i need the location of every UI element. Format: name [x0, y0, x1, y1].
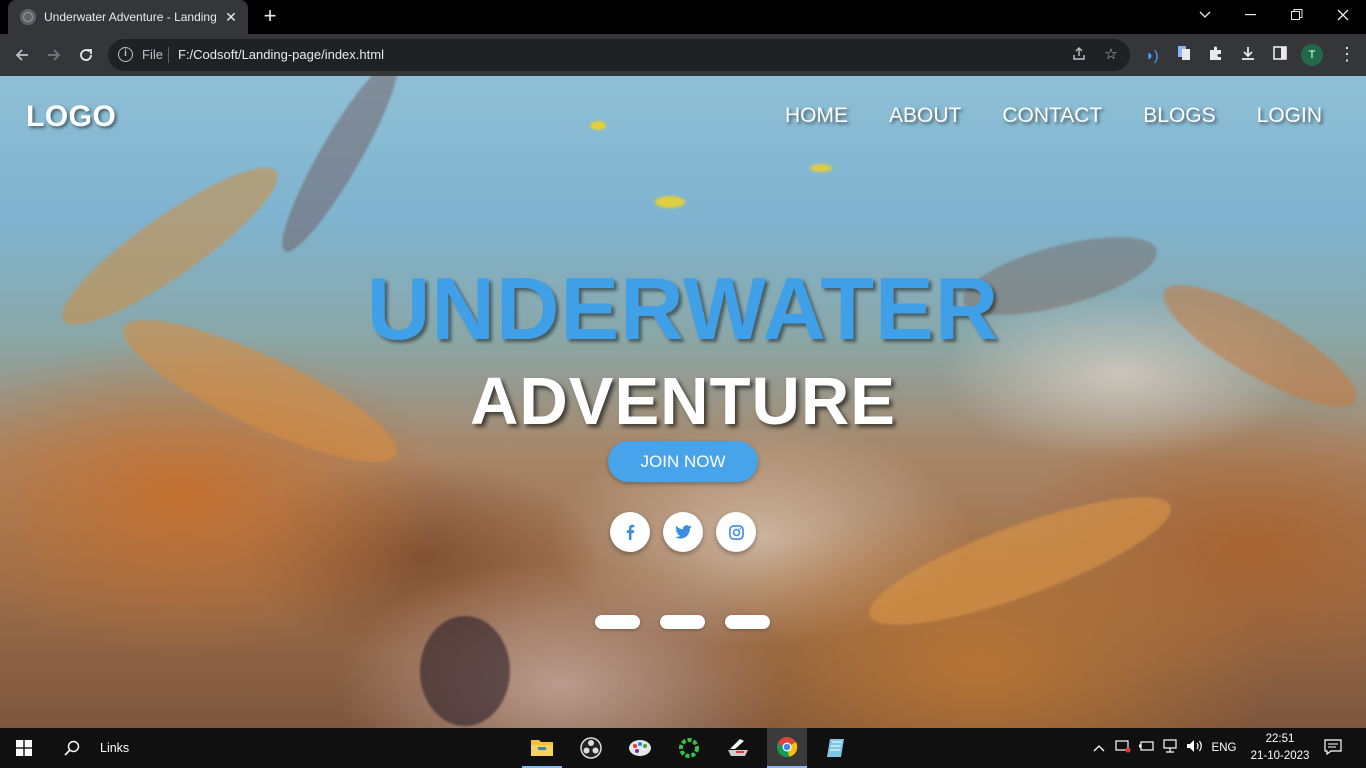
- nav-about-link[interactable]: ABOUT: [889, 104, 961, 128]
- sync-app[interactable]: [669, 728, 709, 768]
- scanner-app[interactable]: [718, 728, 758, 768]
- obs-icon: [580, 737, 602, 759]
- notification-center-icon[interactable]: [1324, 739, 1342, 757]
- chrome-app[interactable]: [767, 728, 807, 768]
- battery-icon[interactable]: [1138, 739, 1156, 757]
- fish-decoration: [590, 121, 606, 130]
- taskbar: Links ENG 22:51 21-10-2023: [0, 728, 1366, 768]
- fish-decoration: [655, 196, 685, 208]
- language-indicator[interactable]: ENG: [1210, 739, 1238, 757]
- network-icon[interactable]: [1162, 739, 1180, 757]
- join-now-button[interactable]: JOIN NOW: [608, 441, 758, 482]
- folder-icon: [531, 740, 553, 756]
- clock-time: 22:51: [1265, 733, 1295, 745]
- nav-login-link[interactable]: LOGIN: [1257, 104, 1322, 128]
- window-close-button[interactable]: [1320, 0, 1366, 30]
- sidepanel-icon[interactable]: [1270, 45, 1290, 65]
- twitter-icon[interactable]: [663, 512, 703, 552]
- new-tab-button[interactable]: +: [258, 5, 282, 29]
- start-button[interactable]: [0, 728, 48, 768]
- tab-title: Underwater Adventure - Landing: [44, 10, 217, 24]
- meet-now-icon[interactable]: [1114, 739, 1132, 757]
- search-label: Links: [100, 741, 130, 755]
- hero-title-line1: UNDERWATER: [366, 259, 1000, 358]
- nav-contact-link[interactable]: CONTACT: [1002, 104, 1102, 128]
- restore-button[interactable]: [1274, 0, 1320, 30]
- forward-icon: [48, 49, 61, 61]
- forward-button[interactable]: [42, 43, 66, 67]
- landing-page: LOGO HOME ABOUT CONTACT BLOGS LOGIN UNDE…: [0, 76, 1366, 728]
- omnibox-divider: [168, 47, 169, 63]
- clock[interactable]: 22:51 21-10-2023: [1247, 731, 1313, 765]
- slider-dot-2[interactable]: [660, 615, 705, 629]
- back-button[interactable]: [10, 43, 34, 67]
- taskbar-search[interactable]: Links: [52, 728, 142, 768]
- read-aloud-extension-icon[interactable]: ◗): [1142, 45, 1162, 65]
- page-favicon-icon: [20, 9, 36, 25]
- slider-dot-1[interactable]: [595, 615, 640, 629]
- fish-decoration: [810, 164, 832, 172]
- file-explorer-app[interactable]: [522, 728, 562, 768]
- notes-icon: [827, 739, 844, 757]
- facebook-icon[interactable]: [610, 512, 650, 552]
- download-icon[interactable]: [1238, 45, 1258, 65]
- chevron-down-icon: [1199, 11, 1211, 18]
- notes-app[interactable]: [816, 728, 856, 768]
- url-text[interactable]: F:/Codsoft/Landing-page/index.html: [178, 47, 384, 62]
- chrome-icon: [777, 737, 798, 757]
- diver-silhouette: [420, 616, 510, 726]
- hero-title-line2: ADVENTURE: [470, 364, 896, 439]
- coral-decoration: [857, 473, 1183, 649]
- reload-icon: [80, 49, 92, 61]
- paint-app[interactable]: [620, 728, 660, 768]
- slider-dot-3[interactable]: [725, 615, 770, 629]
- translate-extension-icon[interactable]: [1174, 45, 1194, 65]
- profile-avatar[interactable]: T: [1301, 44, 1323, 66]
- green-ring-icon: [679, 738, 699, 758]
- palette-icon: [629, 740, 651, 756]
- browser-tab[interactable]: Underwater Adventure - Landing ✕: [8, 0, 248, 34]
- extensions-puzzle-icon[interactable]: [1206, 45, 1226, 65]
- windows-icon: [16, 740, 32, 756]
- volume-icon[interactable]: [1186, 739, 1204, 757]
- obs-app[interactable]: [571, 728, 611, 768]
- share-icon[interactable]: [1070, 46, 1088, 64]
- star-icon[interactable]: ☆: [1102, 46, 1120, 64]
- nav-blogs-link[interactable]: BLOGS: [1143, 104, 1215, 128]
- coral-decoration: [267, 76, 413, 262]
- main-nav: HOME ABOUT CONTACT BLOGS LOGIN: [744, 104, 1322, 128]
- minimize-icon: [1245, 14, 1256, 16]
- info-icon[interactable]: i: [118, 47, 133, 62]
- close-icon: [1337, 9, 1349, 21]
- back-icon: [15, 49, 28, 61]
- tray-overflow-icon[interactable]: [1090, 739, 1108, 757]
- minimize-button[interactable]: [1228, 0, 1274, 30]
- clock-date: 21-10-2023: [1250, 750, 1310, 762]
- browser-tab-strip: Underwater Adventure - Landing ✕ +: [0, 0, 1366, 34]
- restore-icon: [1291, 9, 1303, 20]
- search-icon: [64, 740, 80, 756]
- scanner-icon: [728, 739, 748, 756]
- menu-icon[interactable]: ⋮: [1338, 43, 1356, 67]
- nav-home-link[interactable]: HOME: [785, 104, 848, 128]
- browser-toolbar: i File F:/Codsoft/Landing-page/index.htm…: [0, 34, 1366, 76]
- scheme-label: File: [142, 47, 163, 62]
- tab-close-button[interactable]: ✕: [222, 9, 240, 26]
- reload-button[interactable]: [74, 43, 98, 67]
- instagram-icon[interactable]: [716, 512, 756, 552]
- tab-search-button[interactable]: [1182, 0, 1228, 30]
- address-bar[interactable]: i File F:/Codsoft/Landing-page/index.htm…: [108, 39, 1130, 71]
- site-logo[interactable]: LOGO: [26, 100, 116, 134]
